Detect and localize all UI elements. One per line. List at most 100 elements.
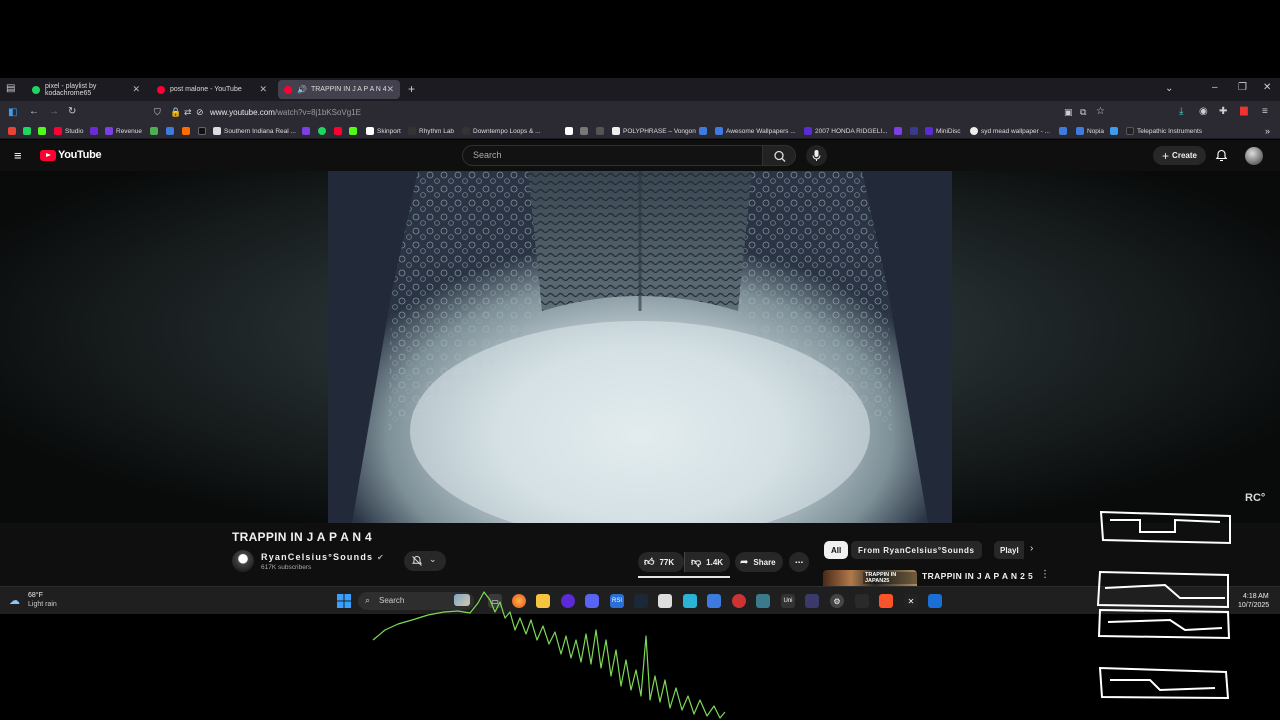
reload-icon[interactable]: ↻ [68,106,76,117]
window-close-icon[interactable]: ✕ [1263,82,1271,93]
bookmark-favicon-icon[interactable] [182,127,193,135]
youtube-logo[interactable]: YouTube [40,149,102,161]
close-icon[interactable]: ✕ [259,84,267,95]
bookmark-favicon-icon[interactable] [150,127,161,135]
bookmark-favicon-icon[interactable] [894,127,905,135]
more-bookmarks-chevron-icon[interactable]: » [1265,126,1270,136]
autoplay-blocked-icon[interactable]: ⊘ [196,107,204,118]
bookmark-star-icon[interactable]: ☆ [1096,106,1105,117]
account-icon[interactable]: ◉ [1199,106,1208,117]
subscribed-notification-button[interactable]: ⌄ [404,551,446,571]
close-icon[interactable]: ✕ [132,84,140,95]
sidebar-icon[interactable]: ◧ [8,107,17,118]
app-icon[interactable] [732,594,746,608]
bookmark-honda-ridgeline[interactable]: 2007 HONDA RIDGELI... [804,127,888,135]
speaker-icon[interactable]: 🔊 [297,85,307,94]
app-icon[interactable] [928,594,942,608]
settings-gear-icon[interactable]: ⚙ [830,594,844,608]
bookmark-favicon-icon[interactable] [699,127,710,135]
permissions-icon[interactable]: ⇄ [184,107,192,118]
restore-icon[interactable]: ❐ [1238,82,1247,93]
bookmark-favicon-icon[interactable] [166,127,177,135]
bookmark-telepathic-instruments[interactable]: Telepathic Instruments [1126,127,1202,135]
tab-overview-icon[interactable]: ▤ [6,83,15,94]
bookmark-awesome-wallpapers[interactable]: Awesome Wallpapers ... [715,127,796,135]
forward-arrow-icon[interactable]: → [49,106,59,117]
bookmark-downtempo-loops[interactable]: Downtempo Loops & ... [462,127,541,135]
discord-icon[interactable] [585,594,599,608]
tab-spotify-playlist[interactable]: pixel - playlist by kodachrome65 ✕ [26,80,146,99]
bookmark-favicon-icon[interactable] [596,127,607,135]
notification-badge-icon[interactable]: ▆ [1240,105,1248,116]
recommended-title[interactable]: TRAPPIN IN J A P A N 2 5 [922,571,1033,581]
channel-avatar[interactable] [232,550,254,572]
voice-search-button[interactable] [806,145,827,166]
dislike-button[interactable]: 👎︎ 1.4K [684,552,730,572]
bookmark-studio[interactable]: Studio [54,127,83,135]
app-icon[interactable] [855,594,869,608]
chip-from-channel[interactable]: From RyanCelsius°Sounds [851,541,982,559]
bookmark-favicon-icon[interactable] [90,127,101,135]
kick-bookmark-icon[interactable] [38,127,49,135]
bookmark-favicon-icon[interactable] [910,127,921,135]
bookmark-favicon-icon[interactable] [1110,127,1121,135]
x-bookmark-icon[interactable] [198,127,209,135]
gmail-bookmark-icon[interactable] [8,127,19,135]
app-icon[interactable]: RSI [610,594,624,608]
start-windows-icon[interactable] [337,594,351,608]
vertical-more-icon[interactable]: ⋮ [1040,569,1050,580]
picture-in-picture-icon[interactable]: ⧉ [1080,107,1086,118]
capcut-icon[interactable]: ✕ [904,594,918,608]
more-actions-button[interactable]: ⋯ [789,552,809,572]
bookmark-favicon-icon[interactable] [23,127,34,135]
video-player[interactable] [328,171,952,523]
extensions-icon[interactable]: ✚ [1219,106,1227,117]
firefox-icon[interactable] [512,594,526,608]
search-button[interactable] [762,145,796,166]
spotify-bookmark-icon[interactable] [318,127,329,135]
notepad-icon[interactable] [658,594,672,608]
youtube-bookmark-icon[interactable] [334,127,345,135]
bookmark-skinport[interactable]: Skinport [366,127,401,135]
bookmark-southern-indiana[interactable]: Southern Indiana Real ... [213,127,296,135]
notifications-bell-icon[interactable] [1215,149,1228,162]
downloads-icon[interactable]: ⤓ [1179,106,1183,117]
account-avatar[interactable] [1245,147,1263,165]
share-button[interactable]: ➦ Share [735,552,783,572]
minimize-icon[interactable]: – [1212,82,1218,93]
brave-icon[interactable] [879,594,893,608]
channel-watermark[interactable]: RC° [1245,492,1265,504]
bookmark-favicon-icon[interactable] [580,127,591,135]
steam-icon[interactable] [634,594,648,608]
bookmark-favicon-icon[interactable] [302,127,313,135]
app-icon[interactable] [756,594,770,608]
create-button[interactable]: + Create [1153,146,1206,165]
bookmark-revenue[interactable]: Revenue [105,127,142,135]
file-explorer-icon[interactable] [536,594,550,608]
recommended-thumbnail[interactable]: TRAPPIN IN JAPAN25 [823,570,917,586]
app-icon[interactable] [683,594,697,608]
rain-cloud-icon[interactable]: ☁ [9,594,20,607]
clock-date[interactable]: 10/7/2025 [1238,602,1269,609]
amazon-bookmark-icon[interactable] [565,127,576,135]
taskbar-search-box[interactable]: ⌕ Search [358,592,474,610]
app-icon[interactable] [805,594,819,608]
shield-icon[interactable]: ⛉ [154,107,161,118]
app-icon[interactable]: Uni [781,594,795,608]
bookmark-favicon-icon[interactable] [1059,127,1070,135]
weather-temperature[interactable]: 68°F [28,592,43,599]
channel-name[interactable]: RyanCelsius°Sounds ✔ [261,552,385,562]
new-tab-plus-icon[interactable]: + [408,82,415,96]
menu-hamburger-icon[interactable]: ≡ [1262,106,1268,117]
app-icon[interactable] [561,594,575,608]
task-view-icon[interactable]: ▭ [488,594,502,608]
tab-trappin-in-japan[interactable]: 🔊 TRAPPIN IN J A P A N 4 ✕ [278,80,400,99]
guide-menu-icon[interactable]: ≡ [14,148,22,163]
tab-post-malone[interactable]: post malone - YouTube ✕ [151,80,273,99]
app-icon[interactable] [707,594,721,608]
chip-playlists[interactable]: Playl [994,541,1024,559]
bookmark-nopia[interactable]: Nopia [1076,127,1104,135]
close-icon[interactable]: ✕ [386,84,394,95]
back-arrow-icon[interactable]: ← [29,106,39,117]
bookmark-minidisc[interactable]: MiniDisc [925,127,961,135]
